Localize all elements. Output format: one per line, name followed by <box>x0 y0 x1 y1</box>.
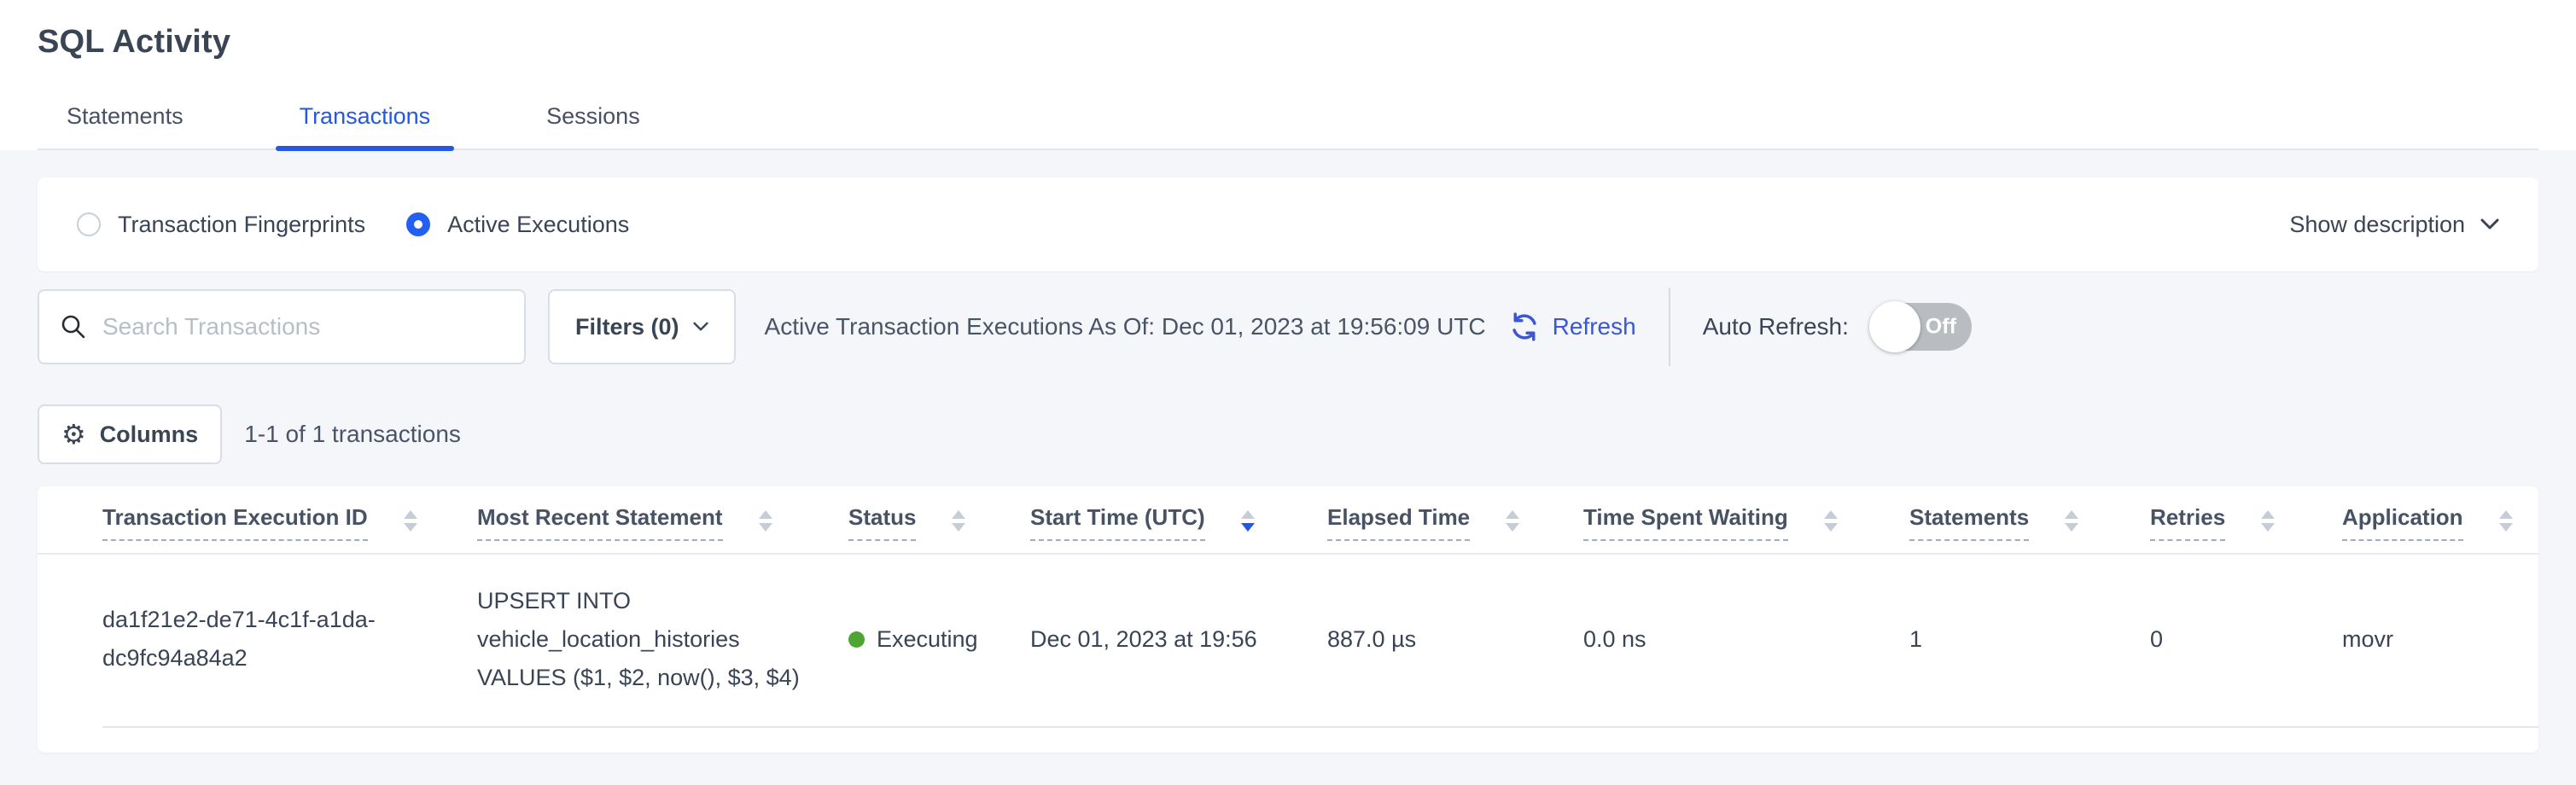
tab-sessions[interactable]: Sessions <box>522 103 664 148</box>
tab-statements[interactable]: Statements <box>43 103 207 148</box>
sort-icon <box>404 505 417 532</box>
radio-active-executions[interactable]: Active Executions <box>406 212 629 238</box>
cell-statements: 1 <box>1909 620 2150 659</box>
chevron-down-icon <box>693 322 708 332</box>
cell-transaction-execution-id: da1f21e2-de71-4c1f-a1da-dc9fc94a84a2 <box>102 601 477 677</box>
filters-button[interactable]: Filters (0) <box>548 289 736 364</box>
gear-icon: ⚙ <box>61 421 86 448</box>
column-header-start-time[interactable]: Start Time (UTC) <box>1030 505 1327 541</box>
radio-label: Active Executions <box>447 212 629 238</box>
columns-button[interactable]: ⚙ Columns <box>38 404 222 464</box>
filters-label: Filters (0) <box>575 314 679 340</box>
cell-time-spent-waiting: 0.0 ns <box>1583 620 1909 659</box>
search-input[interactable] <box>102 313 504 340</box>
view-mode-card: Transaction Fingerprints Active Executio… <box>38 177 2538 271</box>
column-header-transaction-execution-id[interactable]: Transaction Execution ID <box>102 505 477 541</box>
cell-start-time: Dec 01, 2023 at 19:56 <box>1030 620 1327 659</box>
sort-icon <box>2065 505 2078 532</box>
page-title: SQL Activity <box>38 24 2538 61</box>
as-of-text: Active Transaction Executions As Of: Dec… <box>765 313 1486 340</box>
search-box <box>38 289 526 364</box>
result-count: 1-1 of 1 transactions <box>244 421 461 448</box>
column-header-status[interactable]: Status <box>848 505 1030 541</box>
refresh-icon <box>1508 311 1541 343</box>
tab-transactions[interactable]: Transactions <box>276 103 455 148</box>
toolbar: Filters (0) Active Transaction Execution… <box>38 288 2538 365</box>
sort-icon <box>2499 505 2513 532</box>
table-header-row: Transaction Execution ID Most Recent Sta… <box>38 486 2538 541</box>
auto-refresh-label: Auto Refresh: <box>1703 313 1849 340</box>
cell-application: movr <box>2342 620 2504 659</box>
search-icon <box>60 313 87 340</box>
tab-bar: Statements Transactions Sessions <box>38 103 2538 150</box>
cell-retries: 0 <box>2150 620 2342 659</box>
cell-most-recent-statement: UPSERT INTO vehicle_location_histories V… <box>477 582 848 697</box>
sort-icon <box>759 505 772 532</box>
cell-status: Executing <box>848 620 1030 659</box>
toggle-state-label: Off <box>1926 315 1956 340</box>
sort-icon <box>1824 505 1838 532</box>
toggle-knob <box>1869 301 1920 352</box>
radio-label: Transaction Fingerprints <box>118 212 365 238</box>
column-header-retries[interactable]: Retries <box>2150 505 2342 541</box>
radio-selected-icon <box>406 212 430 236</box>
show-description-label: Show description <box>2289 212 2465 238</box>
table-toolbar: ⚙ Columns 1-1 of 1 transactions <box>38 404 2538 464</box>
status-label: Executing <box>877 620 978 659</box>
page-header: SQL Activity Statements Transactions Ses… <box>0 0 2576 150</box>
refresh-label: Refresh <box>1553 313 1636 340</box>
column-header-time-spent-waiting[interactable]: Time Spent Waiting <box>1583 505 1909 541</box>
columns-label: Columns <box>100 422 199 448</box>
sort-icon <box>2261 505 2275 532</box>
auto-refresh-toggle[interactable]: Off <box>1871 303 1972 351</box>
sort-icon <box>1241 505 1255 532</box>
column-header-statements[interactable]: Statements <box>1909 505 2150 541</box>
table-row: da1f21e2-de71-4c1f-a1da-dc9fc94a84a2 UPS… <box>38 555 2538 726</box>
sort-icon <box>1506 505 1519 532</box>
executing-status-icon <box>848 631 865 648</box>
column-header-elapsed-time[interactable]: Elapsed Time <box>1327 505 1583 541</box>
radio-unselected-icon <box>77 212 101 236</box>
radio-transaction-fingerprints[interactable]: Transaction Fingerprints <box>77 212 365 238</box>
refresh-button[interactable]: Refresh <box>1508 311 1636 343</box>
sort-icon <box>952 505 965 532</box>
cell-elapsed-time: 887.0 µs <box>1327 620 1583 659</box>
row-divider <box>102 726 2538 728</box>
column-header-application[interactable]: Application <box>2342 505 2513 541</box>
show-description-button[interactable]: Show description <box>2289 212 2499 238</box>
column-header-most-recent-statement[interactable]: Most Recent Statement <box>477 505 848 541</box>
chevron-down-icon <box>2480 218 2499 230</box>
transactions-table: Transaction Execution ID Most Recent Sta… <box>38 486 2538 753</box>
toolbar-divider <box>1669 288 1670 366</box>
